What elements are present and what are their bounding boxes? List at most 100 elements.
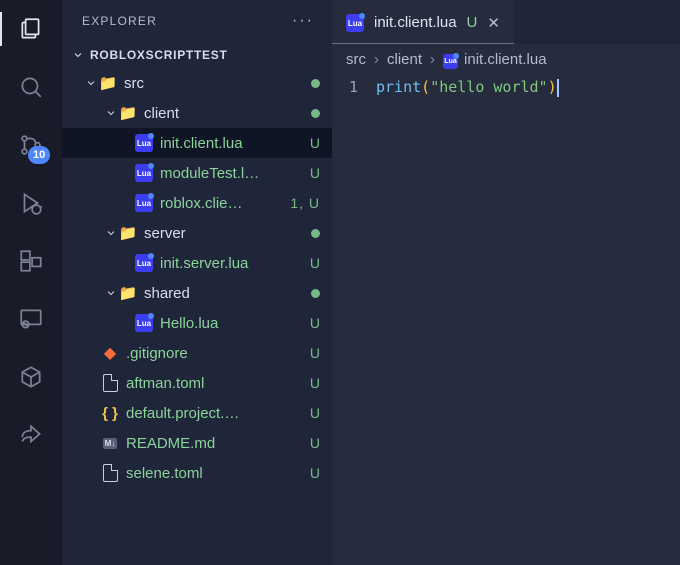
tree-status: U	[306, 405, 320, 421]
tree-status: U	[306, 255, 320, 271]
sidebar-title-row: EXPLORER ···	[62, 0, 332, 44]
tab-bar: Lua init.client.lua U ✕	[332, 0, 680, 44]
tree-label: selene.toml	[126, 465, 306, 482]
activity-debug[interactable]	[16, 188, 46, 218]
tab-label: init.client.lua	[374, 14, 457, 31]
dirty-dot-icon	[311, 109, 320, 118]
breadcrumb-file-label: init.client.lua	[464, 51, 547, 68]
tree-label: Hello.lua	[160, 315, 306, 332]
tree-label: README.md	[126, 435, 306, 452]
chevron-right-icon: ›	[430, 51, 435, 68]
activity-share[interactable]	[16, 420, 46, 450]
tree-label: default.project.…	[126, 405, 306, 422]
tree-file-moduletest[interactable]: Lua moduleTest.l… U	[62, 158, 332, 188]
sidebar: EXPLORER ··· ROBLOXSCRIPTTEST 📁 src 📁 cl…	[62, 0, 332, 565]
tree-file-roblox-client[interactable]: Lua roblox.clie… 1, U	[62, 188, 332, 218]
tree-file-readme[interactable]: M↓ README.md U	[62, 428, 332, 458]
tree-label: .gitignore	[126, 345, 306, 362]
folder-src-icon: 📁	[98, 74, 118, 92]
tree-label: init.server.lua	[160, 255, 306, 272]
tree-label: init.client.lua	[160, 135, 306, 152]
code-line[interactable]: print("hello world")	[376, 78, 559, 565]
sidebar-title: EXPLORER	[82, 14, 157, 28]
close-icon[interactable]: ✕	[487, 14, 500, 32]
activity-cube[interactable]	[16, 362, 46, 392]
tree-status	[306, 105, 320, 121]
breadcrumb-src[interactable]: src	[346, 51, 366, 68]
folder-server-icon: 📁	[118, 224, 138, 242]
lua-icon: Lua	[134, 194, 154, 212]
git-icon: ◆	[100, 343, 120, 363]
section-header[interactable]: ROBLOXSCRIPTTEST	[62, 44, 332, 68]
editor-area: Lua init.client.lua U ✕ src › client › L…	[332, 0, 680, 565]
tree-label: server	[144, 225, 306, 242]
scm-badge: 10	[28, 146, 50, 164]
tab-git-status: U	[467, 14, 478, 31]
token-paren-open: (	[421, 78, 430, 96]
tree-folder-server[interactable]: 📁 server	[62, 218, 332, 248]
tree-label: src	[124, 75, 306, 92]
dirty-dot-icon	[311, 229, 320, 238]
chevron-down-icon	[104, 287, 118, 299]
token-paren-close: )	[548, 78, 557, 96]
tree-label: shared	[144, 285, 306, 302]
breadcrumb-file[interactable]: Lua init.client.lua	[443, 50, 547, 69]
tree-folder-client[interactable]: 📁 client	[62, 98, 332, 128]
lua-icon: Lua	[443, 50, 458, 69]
text-cursor	[557, 79, 559, 97]
token-fn: print	[376, 78, 421, 96]
tree-file-aftman[interactable]: aftman.toml U	[62, 368, 332, 398]
tree-file-hello[interactable]: Lua Hello.lua U	[62, 308, 332, 338]
dirty-dot-icon	[311, 79, 320, 88]
line-number: 1	[332, 78, 358, 96]
activity-remote[interactable]	[16, 304, 46, 334]
activity-scm[interactable]: 10	[16, 130, 46, 160]
tree-label: moduleTest.l…	[160, 165, 306, 182]
lua-icon: Lua	[134, 314, 154, 332]
tree-folder-src[interactable]: 📁 src	[62, 68, 332, 98]
search-icon	[18, 74, 44, 100]
activity-search[interactable]	[16, 72, 46, 102]
share-icon	[18, 422, 44, 448]
tree-file-gitignore[interactable]: ◆ .gitignore U	[62, 338, 332, 368]
section-name: ROBLOXSCRIPTTEST	[90, 48, 228, 62]
tab-init-client[interactable]: Lua init.client.lua U ✕	[332, 0, 514, 44]
extensions-icon	[18, 248, 44, 274]
tree-file-default-project[interactable]: { } default.project.… U	[62, 398, 332, 428]
tree-file-init-server[interactable]: Lua init.server.lua U	[62, 248, 332, 278]
activity-bar: 10	[0, 0, 62, 565]
tree-status: U	[306, 435, 320, 451]
tree-label: aftman.toml	[126, 375, 306, 392]
cube-icon	[18, 364, 44, 390]
file-icon	[100, 464, 120, 482]
breadcrumb-client[interactable]: client	[387, 51, 422, 68]
tree-folder-shared[interactable]: 📁 shared	[62, 278, 332, 308]
sidebar-more-icon[interactable]: ···	[292, 12, 314, 30]
activity-extensions[interactable]	[16, 246, 46, 276]
lua-icon: Lua	[134, 134, 154, 152]
tree-status: U	[306, 135, 320, 151]
tree-status	[306, 225, 320, 241]
file-icon	[100, 374, 120, 392]
tree-file-selene[interactable]: selene.toml U	[62, 458, 332, 488]
lua-icon: Lua	[134, 164, 154, 182]
gutter: 1	[332, 78, 376, 565]
files-icon	[18, 16, 44, 42]
remote-icon	[18, 306, 44, 332]
chevron-down-icon	[84, 77, 98, 89]
code-editor[interactable]: 1 print("hello world")	[332, 74, 680, 565]
activity-explorer[interactable]	[16, 14, 46, 44]
chevron-down-icon	[72, 49, 84, 61]
tree-label: client	[144, 105, 306, 122]
tree-status: U	[306, 165, 320, 181]
tree-file-init-client[interactable]: Lua init.client.lua U	[62, 128, 332, 158]
dirty-dot-icon	[311, 289, 320, 298]
chevron-down-icon	[104, 107, 118, 119]
breadcrumb[interactable]: src › client › Lua init.client.lua	[332, 44, 680, 74]
json-icon: { }	[100, 405, 120, 422]
token-string: "hello world"	[430, 78, 547, 96]
tree-status: U	[306, 315, 320, 331]
lua-icon: Lua	[134, 254, 154, 272]
tree-status: U	[306, 345, 320, 361]
lua-icon: Lua	[346, 13, 364, 33]
